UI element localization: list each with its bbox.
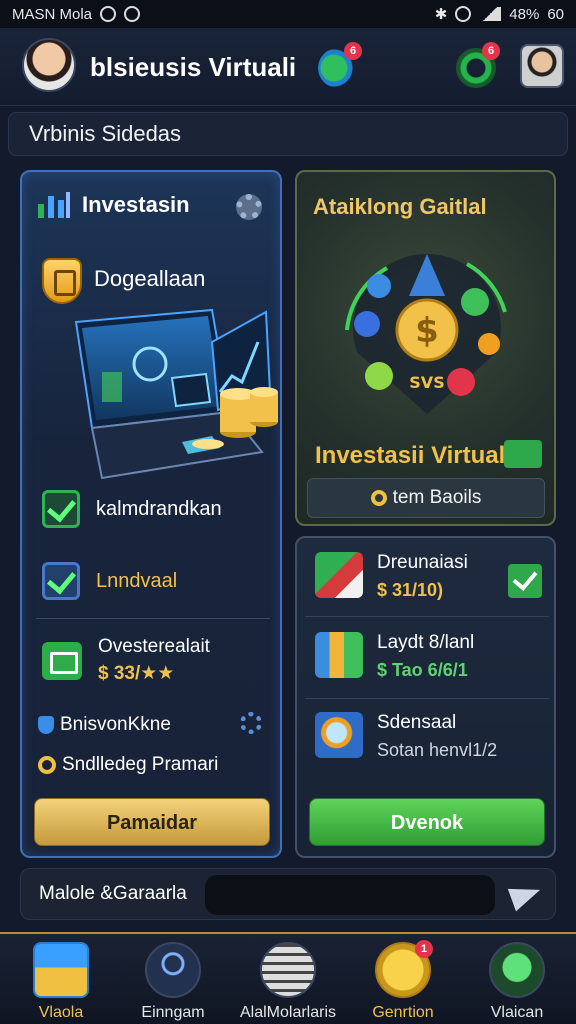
ring-icon [38, 756, 56, 774]
user-icon [145, 942, 201, 998]
list-item[interactable]: Ovesterealait $ 33/★★ [42, 636, 210, 685]
list-item-label: Lnndvaal [96, 569, 178, 592]
list-item-title: Ovesterealait [98, 636, 210, 657]
app-title: blsieusis Virtuali [90, 52, 297, 82]
message-bar-label: Malole &Garaarla [39, 883, 187, 904]
primary-gold-button[interactable]: Pamaidar [34, 798, 270, 846]
bot-icon [489, 942, 545, 998]
chat-icon[interactable]: 6 [318, 42, 362, 88]
footer-link-label: Sndlledeg Pramari [62, 754, 219, 775]
list-item[interactable]: Sdensaal Sotan henvl1/2 [315, 712, 497, 761]
list-item-value: $ Tao 6/6/1 [377, 660, 468, 680]
coin-illustration: $ SVS [345, 254, 507, 414]
avatar[interactable] [22, 38, 76, 92]
details-button-label: tem Baoils [392, 487, 482, 508]
settings-icon[interactable] [236, 194, 262, 220]
transactions-card: Dreunaiasi $ 31/10) Laydt 8/lanl $ Tao 6… [295, 536, 556, 858]
send-icon[interactable] [507, 878, 545, 912]
search-icon [315, 712, 363, 758]
sync-icon [124, 6, 141, 22]
check-icon[interactable] [508, 564, 542, 598]
gear-icon[interactable] [240, 712, 262, 734]
shield-icon [38, 716, 54, 734]
chart-icon [38, 192, 72, 218]
footer-link-label: BnisvonKkne [60, 714, 171, 735]
mail-icon [42, 641, 82, 680]
nav-item-label: Einngam [141, 1004, 205, 1021]
footer-link[interactable]: BnisvonKkne [38, 714, 171, 736]
signal-icon [479, 7, 502, 21]
chat-badge: 6 [344, 42, 362, 60]
coin-icon: 1 [375, 940, 433, 998]
nav-item-label: Genrtion [372, 1004, 434, 1021]
verified-check-icon [504, 440, 542, 468]
details-button[interactable]: tem Baoils [307, 478, 545, 518]
lock-shield-icon [42, 258, 82, 304]
alarm-icon [455, 6, 472, 22]
checkbox-icon[interactable] [42, 490, 80, 528]
virtual-card-title: Ataiklong Gaitlal [313, 194, 487, 219]
footer-link[interactable]: Sndlledeg Pramari [38, 754, 218, 776]
list-item-value: Sotan henvl1/2 [377, 740, 498, 760]
app-header: blsieusis Virtuali 6 6 [0, 28, 576, 106]
section-bar[interactable]: Vrbinis Sidedas [8, 112, 568, 156]
notification-icon [100, 6, 117, 22]
bluetooth-icon: ✱ [434, 6, 448, 23]
mail-icon [315, 552, 363, 598]
message-input[interactable] [205, 875, 495, 915]
primary-green-button[interactable]: Dvenok [309, 798, 545, 846]
chart-icon [315, 632, 363, 678]
nav-item-label: Vlaola [38, 1004, 84, 1021]
checkbox-icon[interactable] [42, 562, 80, 600]
ring-icon [370, 490, 387, 506]
list-item-title: Laydt 8/lanl [377, 632, 475, 653]
list-item[interactable]: Laydt 8/lanl $ Tao 6/6/1 [315, 632, 474, 681]
divider [36, 618, 270, 619]
home-icon [33, 942, 89, 998]
virtual-card-subtitle: Investasii Virtual [315, 442, 506, 469]
svg-text:$: $ [415, 311, 439, 351]
nav-badge: 1 [415, 940, 433, 958]
list-icon [260, 942, 316, 998]
list-item[interactable]: Dreunaiasi $ 31/10) [315, 552, 468, 601]
nav-item-coins[interactable]: 1 Genrtion [348, 940, 458, 1022]
battery-label: 48% [509, 5, 540, 23]
nav-item-home[interactable]: Vlaola [6, 942, 116, 1022]
profile-icon[interactable] [520, 44, 564, 88]
nav-item-label: AlalMolarlaris [239, 1004, 337, 1021]
virtual-investment-card: Ataiklong Gaitlal $ SVS Investasii Virtu… [295, 170, 556, 526]
bottom-nav: Vlaola Einngam AlalMolarlaris 1 Genrtion… [0, 932, 576, 1024]
carrier-label: MASN Mola [12, 5, 93, 23]
nav-item-list[interactable]: AlalMolarlaris [233, 942, 343, 1022]
dashboard-label: Dogeallaan [94, 266, 206, 291]
status-bar: MASN Mola ✱ 48% 60 [0, 0, 576, 28]
list-item-value: $ 31/10) [377, 580, 444, 600]
investment-card-title: Investasin [82, 192, 190, 217]
list-item-title: Sdensaal [377, 712, 457, 733]
list-item[interactable]: Lnndvaal [42, 562, 177, 600]
notifications-icon[interactable]: 6 [456, 42, 500, 88]
divider [305, 698, 549, 699]
investment-card: Investasin Dogeallaan kalmdrandkan Lnndv… [20, 170, 282, 858]
nav-item-label: Vlaican [490, 1004, 544, 1021]
list-item-value: $ 33/★★ [98, 663, 175, 684]
divider [305, 616, 549, 617]
time-label: 60 [547, 5, 564, 23]
nav-item-assistant[interactable]: Vlaican [462, 942, 572, 1022]
message-bar: Malole &Garaarla [20, 868, 556, 920]
list-item-title: Dreunaiasi [377, 552, 468, 573]
nav-item-profile[interactable]: Einngam [118, 942, 228, 1022]
notifications-badge: 6 [482, 42, 500, 60]
coin-label: SVS [409, 373, 444, 392]
list-item-label: kalmdrandkan [96, 497, 222, 520]
list-item[interactable]: kalmdrandkan [42, 490, 222, 528]
